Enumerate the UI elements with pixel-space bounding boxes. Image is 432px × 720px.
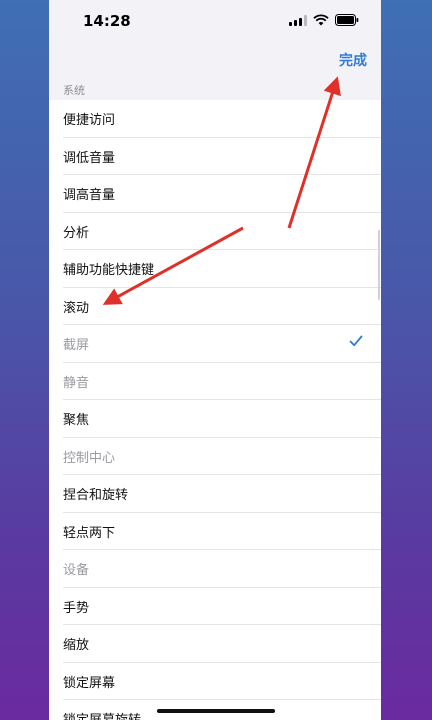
list-item-label: 设备	[63, 563, 90, 579]
scroll-indicator[interactable]	[378, 230, 380, 300]
list-item[interactable]: 便捷访问	[49, 100, 381, 138]
list-item-label: 手势	[63, 600, 90, 616]
list-item-label: 缩放	[63, 638, 90, 654]
list-item: 静音	[49, 363, 381, 401]
wifi-icon	[313, 14, 329, 26]
list-item[interactable]: 调低音量	[49, 138, 381, 176]
list-item[interactable]: 手势	[49, 588, 381, 626]
list-item[interactable]: 滚动	[49, 288, 381, 326]
navigation-bar: 完成	[49, 40, 381, 78]
list-item-label: 聚焦	[63, 413, 90, 429]
checkmark-icon	[349, 334, 363, 352]
home-indicator[interactable]	[157, 709, 275, 713]
list-item-label: 锁定屏幕	[63, 675, 116, 691]
list-item-label: 捏合和旋转	[63, 488, 129, 504]
list-item-label: 调高音量	[63, 188, 116, 204]
status-icons	[289, 14, 359, 26]
list-item-label: 辅助功能快捷键	[63, 263, 155, 279]
status-time: 14:28	[83, 12, 131, 30]
list-item-label: 控制中心	[63, 450, 116, 466]
done-button[interactable]: 完成	[339, 50, 367, 70]
list-item-label: 锁定屏幕旋转	[63, 709, 141, 720]
status-bar: 14:28	[49, 0, 381, 40]
list-item-label: 分析	[63, 225, 90, 241]
list-item[interactable]: 聚焦	[49, 400, 381, 438]
list-item-label: 滚动	[63, 300, 90, 316]
list-item[interactable]: 分析	[49, 213, 381, 251]
list-item[interactable]: 缩放	[49, 625, 381, 663]
list-item-label: 轻点两下	[63, 525, 116, 541]
list-item[interactable]: 辅助功能快捷键	[49, 250, 381, 288]
options-list: 便捷访问调低音量调高音量分析辅助功能快捷键 滚动截屏静音聚焦控制中心捏合和旋转轻点…	[49, 100, 381, 720]
list-item[interactable]: 调高音量	[49, 175, 381, 213]
battery-icon	[335, 14, 359, 26]
list-item[interactable]: 锁定屏幕	[49, 663, 381, 701]
list-item: 截屏	[49, 325, 381, 363]
list-item-label: 截屏	[63, 338, 90, 354]
list-item: 设备	[49, 550, 381, 588]
list-item-label: 调低音量	[63, 150, 116, 166]
list-item: 控制中心	[49, 438, 381, 476]
list-item-label: 便捷访问	[63, 113, 116, 129]
list-item[interactable]: 轻点两下	[49, 513, 381, 551]
list-item-label: 静音	[63, 375, 90, 391]
phone-screen: 14:28 完成 系统 便捷访问调低音量 调高音量 分析 辅助功能快捷键 滚动 …	[49, 0, 381, 720]
section-header: 系统	[63, 84, 85, 97]
list-item[interactable]: 捏合和旋转	[49, 475, 381, 513]
cellular-signal-icon	[289, 14, 307, 26]
